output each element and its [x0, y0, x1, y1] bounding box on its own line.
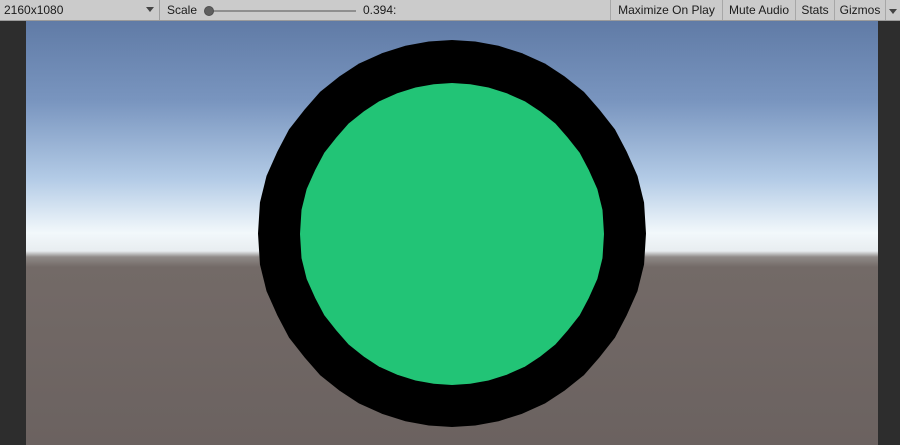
scale-label: Scale [167, 3, 198, 17]
target-center [300, 83, 604, 385]
game-render-area[interactable] [26, 21, 878, 445]
scale-slider-thumb[interactable] [204, 6, 214, 16]
scale-slider[interactable] [204, 6, 356, 16]
scale-slider-track [206, 10, 356, 12]
chevron-down-icon [889, 9, 897, 14]
game-view-background [0, 21, 900, 445]
game-view-window: 2160x1080 Scale 0.394: Maximize On Play … [0, 0, 900, 445]
chevron-down-icon [146, 7, 154, 12]
maximize-on-play-button[interactable]: Maximize On Play [610, 0, 722, 20]
gizmos-button[interactable]: Gizmos [834, 0, 885, 20]
stats-button[interactable]: Stats [795, 0, 834, 20]
mute-audio-button[interactable]: Mute Audio [722, 0, 795, 20]
gizmos-menu-button[interactable] [885, 0, 900, 20]
game-view-toolbar: 2160x1080 Scale 0.394: Maximize On Play … [0, 0, 900, 21]
resolution-dropdown[interactable]: 2160x1080 [0, 0, 160, 20]
scale-value: 0.394: [363, 3, 397, 17]
resolution-label: 2160x1080 [4, 3, 64, 17]
